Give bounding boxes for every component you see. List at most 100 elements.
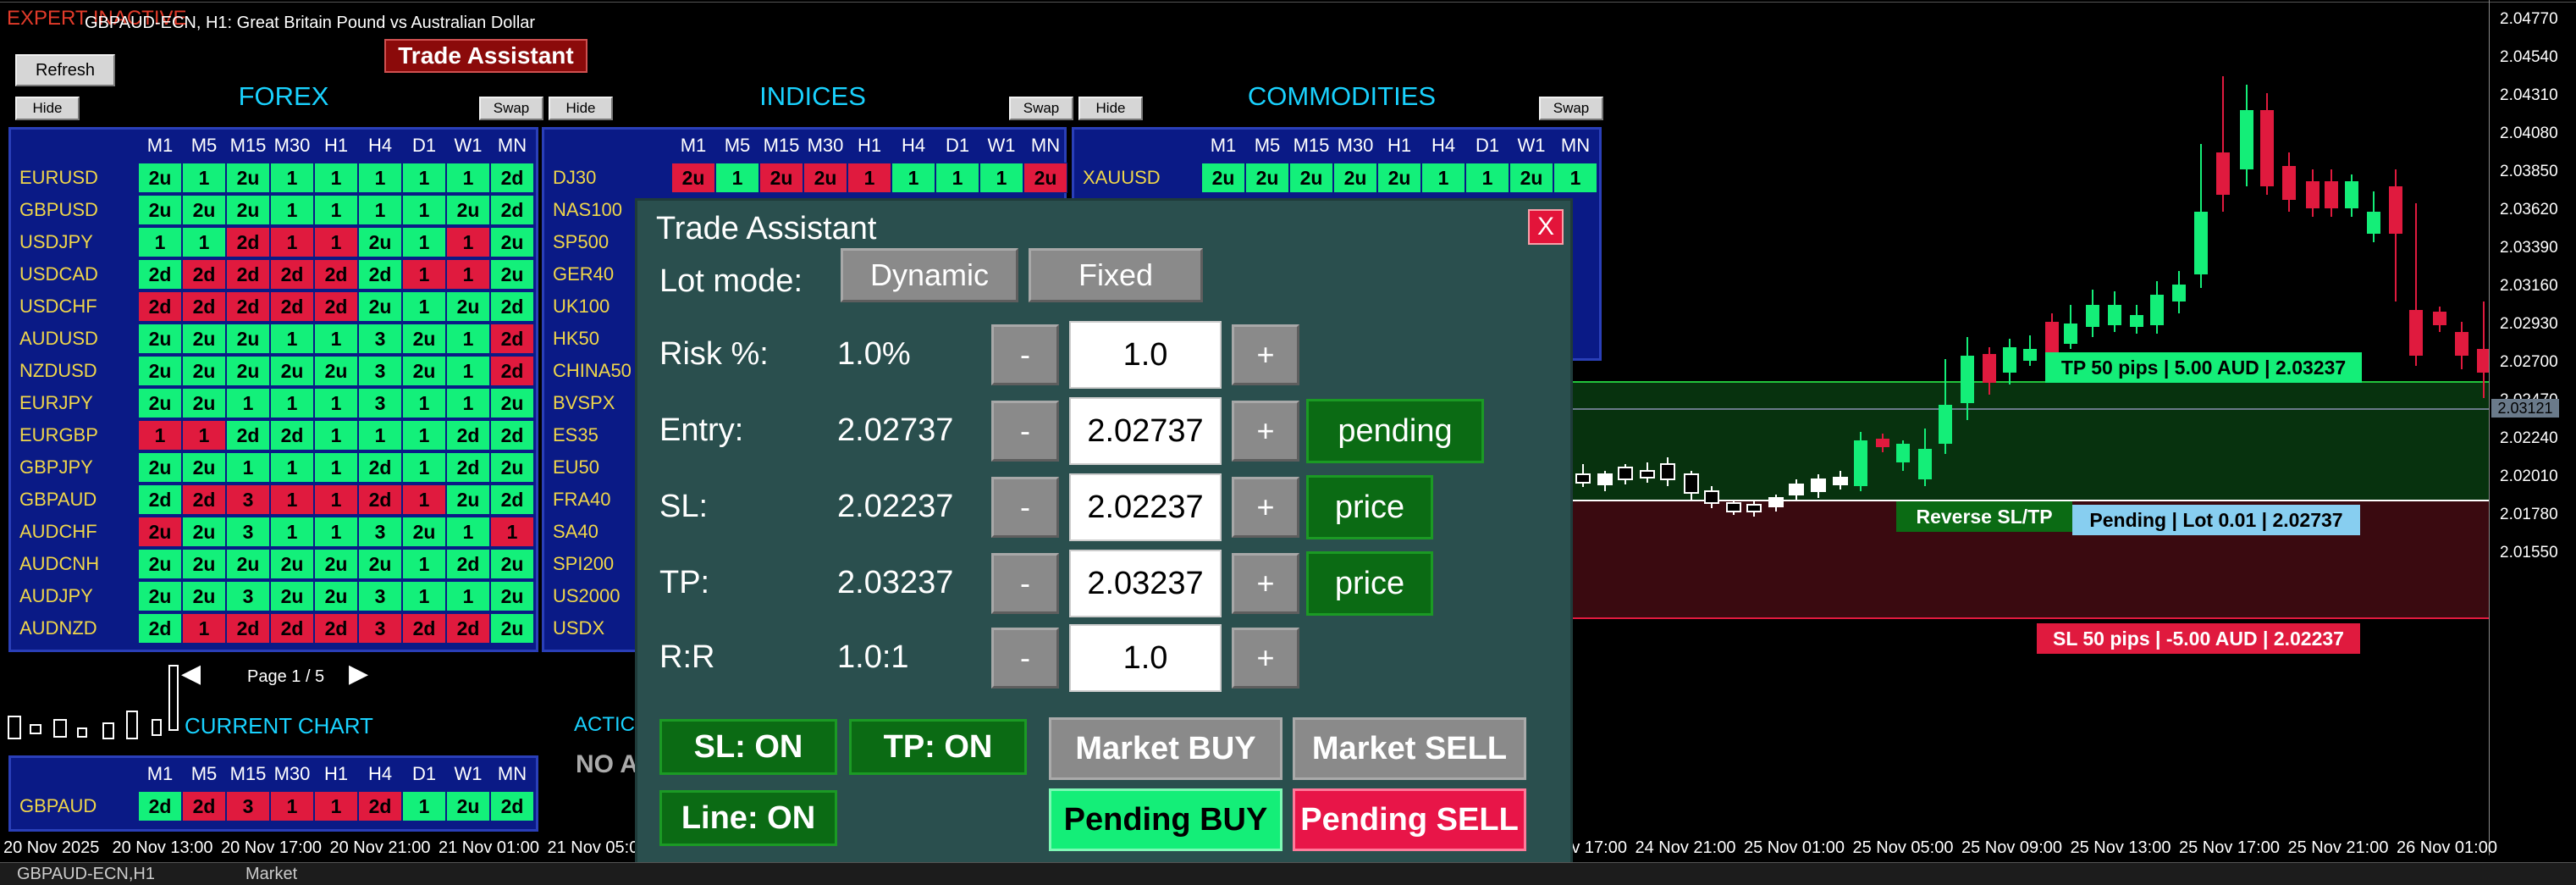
symbol-label[interactable]: GBPJPY [11,456,138,478]
signal-cell[interactable]: 2u [446,195,490,225]
signal-cell[interactable]: 2u [1509,163,1553,193]
signal-cell[interactable]: 1 [270,484,314,515]
tp-minus-button[interactable]: - [991,553,1059,614]
signal-cell[interactable]: 1 [402,452,446,483]
signal-cell[interactable]: 2u [446,791,490,821]
signal-cell[interactable]: 2d [490,163,534,193]
tp-toggle-button[interactable]: TP: ON [849,719,1027,775]
trade-assistant-button[interactable]: Trade Assistant [384,39,587,73]
symbol-label[interactable]: EURGBP [11,424,138,446]
signal-cell[interactable]: 2d [138,791,182,821]
signal-cell[interactable]: 2d [490,484,534,515]
signal-cell[interactable]: 2u [314,356,358,386]
signal-cell[interactable]: 2d [270,291,314,322]
signal-cell[interactable]: 2u [138,549,182,579]
signal-cell[interactable]: 1 [1553,163,1597,193]
signal-cell[interactable]: 2u [226,163,270,193]
signal-cell[interactable]: 2u [490,613,534,644]
signal-cell[interactable]: 1 [270,163,314,193]
matrix-row[interactable]: DJ30 2u 1 2u 2u 1 1 1 1 2u [544,162,1067,194]
signal-cell[interactable]: 1 [314,163,358,193]
signal-cell[interactable]: 2d [182,291,226,322]
signal-cell[interactable]: 2u [138,581,182,611]
signal-cell[interactable]: 3 [226,517,270,547]
matrix-row[interactable]: USDCAD 2d 2d 2d 2d 2d 2d 1 1 2u [11,258,534,290]
signal-cell[interactable]: 2u [490,549,534,579]
signal-cell[interactable]: 2d [490,195,534,225]
risk-plus-button[interactable]: + [1232,324,1299,385]
symbol-label[interactable]: GBPAUD [11,489,138,511]
signal-cell[interactable]: 2u [1377,163,1421,193]
signal-cell[interactable]: 2u [1333,163,1377,193]
signal-cell[interactable]: 3 [358,613,402,644]
signal-cell[interactable]: 1 [314,791,358,821]
line-toggle-button[interactable]: Line: ON [659,790,837,846]
matrix-row[interactable]: AUDUSD 2u 2u 2u 1 1 3 2u 1 2d [11,323,534,355]
market-sell-button[interactable]: Market SELL [1293,717,1526,780]
signal-cell[interactable]: 1 [182,227,226,257]
sl-price-button[interactable]: price [1306,475,1433,539]
signal-cell[interactable]: 2u [490,452,534,483]
signal-cell[interactable]: 2u [182,324,226,354]
signal-cell[interactable]: 2u [226,195,270,225]
matrix-row[interactable]: USDCHF 2d 2d 2d 2d 2d 2u 1 2u 2d [11,290,534,323]
signal-cell[interactable]: 1 [402,388,446,418]
signal-cell[interactable]: 2d [358,484,402,515]
signal-cell[interactable]: 2d [138,484,182,515]
signal-cell[interactable]: 1 [402,484,446,515]
signal-cell[interactable]: 2u [270,356,314,386]
close-button[interactable]: X [1528,209,1564,245]
signal-cell[interactable]: 1 [715,163,759,193]
signal-cell[interactable]: 2u [182,195,226,225]
signal-cell[interactable]: 3 [358,324,402,354]
signal-cell[interactable]: 1 [490,517,534,547]
entry-pending-button[interactable]: pending [1306,399,1484,463]
symbol-label[interactable]: NZDUSD [11,360,138,382]
signal-cell[interactable]: 2u [1201,163,1245,193]
rr-input[interactable]: 1.0 [1069,624,1222,692]
signal-cell[interactable]: 1 [446,259,490,290]
tp-plus-button[interactable]: + [1232,553,1299,614]
signal-cell[interactable]: 2u [226,549,270,579]
signal-cell[interactable]: 1 [446,356,490,386]
signal-cell[interactable]: 2u [490,581,534,611]
signal-cell[interactable]: 3 [358,581,402,611]
signal-cell[interactable]: 1 [138,420,182,451]
signal-cell[interactable]: 2u [1289,163,1333,193]
signal-cell[interactable]: 1 [446,517,490,547]
matrix-row[interactable]: GBPAUD 2d 2d 3 1 1 2d 1 2u 2d [11,790,534,822]
signal-cell[interactable]: 2u [182,388,226,418]
signal-cell[interactable]: 1 [358,163,402,193]
tp-price-button[interactable]: price [1306,551,1433,616]
signal-cell[interactable]: 2u [358,227,402,257]
entry-minus-button[interactable]: - [991,401,1059,462]
signal-cell[interactable]: 1 [314,195,358,225]
signal-cell[interactable]: 1 [847,163,891,193]
signal-cell[interactable]: 1 [402,259,446,290]
signal-cell[interactable]: 1 [182,163,226,193]
signal-cell[interactable]: 2u [138,163,182,193]
symbol-label[interactable]: AUDCHF [11,521,138,543]
signal-cell[interactable]: 2u [314,549,358,579]
signal-cell[interactable]: 1 [314,452,358,483]
tab-chart[interactable]: GBPAUD-ECN,H1 [17,865,155,884]
signal-cell[interactable]: 2u [182,581,226,611]
signal-cell[interactable]: 1 [402,163,446,193]
indices-swap-button[interactable]: Swap [1009,97,1073,120]
signal-cell[interactable]: 1 [446,163,490,193]
sl-input[interactable]: 2.02237 [1069,473,1222,541]
rr-minus-button[interactable]: - [991,628,1059,689]
signal-cell[interactable]: 1 [402,581,446,611]
signal-cell[interactable]: 1 [446,388,490,418]
signal-cell[interactable]: 1 [358,195,402,225]
entry-plus-button[interactable]: + [1232,401,1299,462]
signal-cell[interactable]: 2u [1245,163,1289,193]
commodities-swap-button[interactable]: Swap [1539,97,1603,120]
signal-cell[interactable]: 1 [270,195,314,225]
pending-sell-button[interactable]: Pending SELL [1293,788,1526,851]
entry-input[interactable]: 2.02737 [1069,397,1222,465]
signal-cell[interactable]: 1 [891,163,935,193]
signal-cell[interactable]: 2u [402,356,446,386]
signal-cell[interactable]: 2u [226,356,270,386]
matrix-row[interactable]: USDJPY 1 1 2d 1 1 2u 1 1 2u [11,226,534,258]
